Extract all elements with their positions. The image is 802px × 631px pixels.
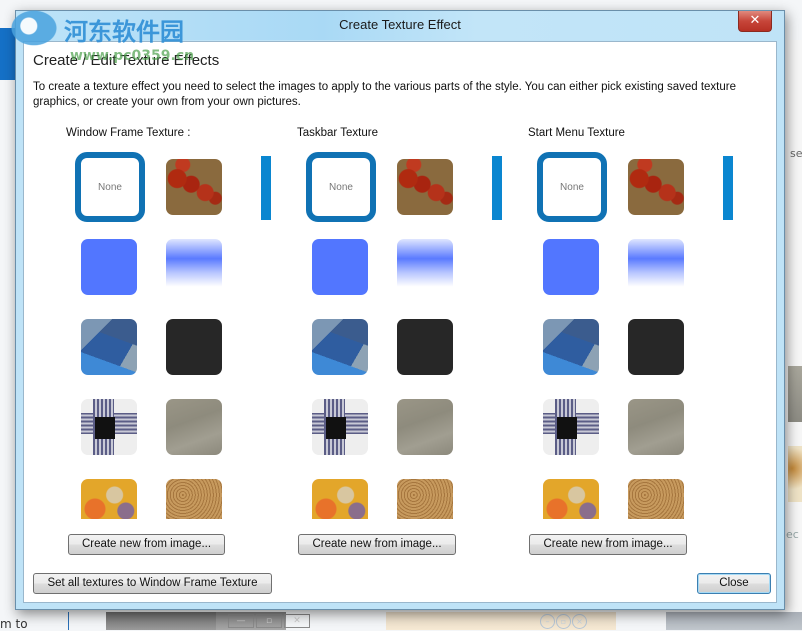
background-window — [106, 612, 216, 630]
texture-none-option[interactable]: None — [75, 152, 145, 222]
texture-checkered-cloth[interactable] — [543, 399, 599, 455]
set-all-textures-button[interactable]: Set all textures to Window Frame Texture — [33, 573, 272, 594]
title-bar[interactable]: Create Texture Effect ✕ — [16, 11, 784, 40]
background-thumbnail — [788, 366, 802, 422]
background-window-controls: — ▫ ✕ — [228, 614, 310, 628]
minimize-icon: — — [228, 614, 254, 628]
texture-solid-blue[interactable] — [543, 239, 599, 295]
close-icon: × — [572, 614, 587, 629]
texture-dark-gray[interactable] — [397, 319, 453, 375]
background-thumbnail — [788, 446, 802, 502]
dialog-content: Create / Edit Texture Effects To create … — [23, 41, 777, 603]
texture-blue-gradient[interactable] — [628, 239, 684, 295]
texture-sand[interactable] — [166, 479, 222, 519]
texture-gray-stone[interactable] — [628, 399, 684, 455]
texture-orange-abstract[interactable] — [81, 479, 137, 519]
maximize-icon: ▫ — [556, 614, 571, 629]
scrollbar-thumb[interactable] — [723, 156, 733, 220]
texture-dark-gray[interactable] — [166, 319, 222, 375]
texture-gray-stone[interactable] — [397, 399, 453, 455]
window-title: Create Texture Effect — [339, 17, 461, 32]
create-new-from-image-button[interactable]: Create new from image... — [298, 534, 456, 555]
create-new-from-image-button[interactable]: Create new from image... — [68, 534, 225, 555]
texture-blue-gradient[interactable] — [166, 239, 222, 295]
background-window — [666, 612, 802, 630]
create-texture-dialog: Create Texture Effect ✕ Create / Edit Te… — [15, 10, 785, 610]
close-button[interactable]: Close — [697, 573, 771, 594]
create-new-from-image-button[interactable]: Create new from image... — [529, 534, 687, 555]
page-title: Create / Edit Texture Effects — [33, 52, 220, 69]
texture-blue-polygons[interactable] — [81, 319, 137, 375]
taskbar-texture-label: Taskbar Texture — [297, 127, 378, 139]
texture-checkered-cloth[interactable] — [312, 399, 368, 455]
scrollbar-thumb[interactable] — [492, 156, 502, 220]
texture-red-cells[interactable] — [628, 159, 684, 215]
texture-none-option[interactable]: None — [537, 152, 607, 222]
texture-gray-stone[interactable] — [166, 399, 222, 455]
window-frame-texture-label: Window Frame Texture : — [66, 127, 191, 139]
texture-orange-abstract[interactable] — [312, 479, 368, 519]
background-divider — [68, 612, 69, 630]
background-panel — [786, 40, 802, 612]
texture-red-cells[interactable] — [166, 159, 222, 215]
minimize-icon: – — [540, 614, 555, 629]
none-label: None — [329, 181, 353, 193]
texture-sand[interactable] — [397, 479, 453, 519]
background-text: m to — [0, 617, 28, 631]
scrollbar-thumb[interactable] — [261, 156, 271, 220]
description-text: To create a texture effect you need to s… — [33, 81, 736, 108]
texture-blue-gradient[interactable] — [397, 239, 453, 295]
texture-blue-polygons[interactable] — [312, 319, 368, 375]
texture-sand[interactable] — [628, 479, 684, 519]
texture-dark-gray[interactable] — [628, 319, 684, 375]
texture-blue-polygons[interactable] — [543, 319, 599, 375]
texture-orange-abstract[interactable] — [543, 479, 599, 519]
background-window-controls: – ▫ × — [540, 614, 587, 629]
start-menu-texture-label: Start Menu Texture — [528, 127, 625, 139]
texture-solid-blue[interactable] — [312, 239, 368, 295]
maximize-icon: ▫ — [256, 614, 282, 628]
texture-checkered-cloth[interactable] — [81, 399, 137, 455]
texture-solid-blue[interactable] — [81, 239, 137, 295]
none-label: None — [560, 181, 584, 193]
texture-red-cells[interactable] — [397, 159, 453, 215]
close-icon: ✕ — [284, 614, 310, 628]
background-text: ec — [786, 528, 799, 541]
close-icon: ✕ — [749, 13, 761, 28]
none-label: None — [98, 181, 122, 193]
texture-none-option[interactable]: None — [306, 152, 376, 222]
close-window-button[interactable]: ✕ — [738, 11, 772, 32]
background-text: se — [790, 147, 802, 160]
